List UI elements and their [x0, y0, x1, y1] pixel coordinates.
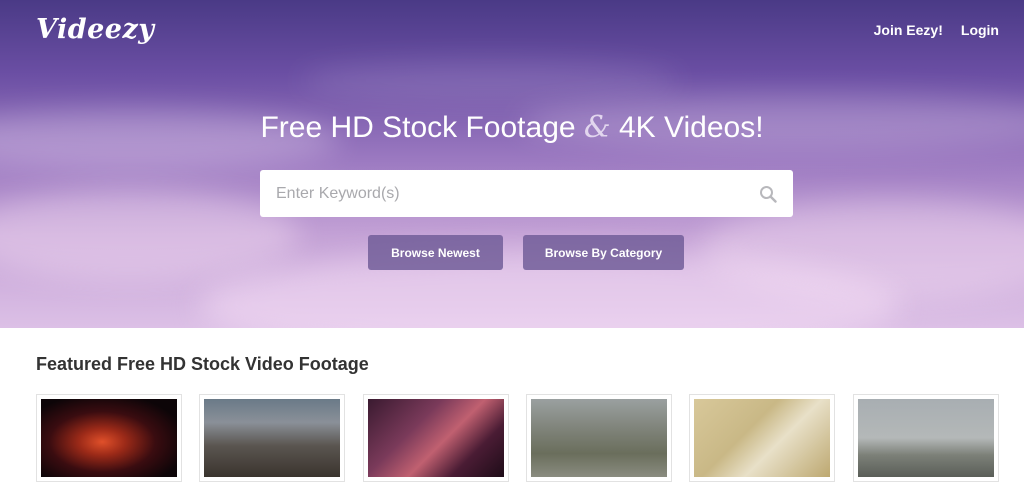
browse-newest-button[interactable]: Browse Newest: [368, 235, 503, 270]
park-bench-thumbnail: [531, 399, 667, 477]
search-icon[interactable]: [759, 185, 777, 203]
hero-title-part2: 4K Videos!: [618, 111, 764, 144]
hero-banner: Videezy Join Eezy! Login Free HD Stock F…: [0, 0, 1024, 328]
video-thumbnail[interactable]: [199, 394, 345, 482]
times-square-thumbnail: [204, 399, 340, 477]
video-thumbnail[interactable]: [36, 394, 182, 482]
top-nav: Join Eezy! Login: [874, 22, 999, 38]
cloud-decoration: [0, 190, 300, 280]
reflective-tiles-thumbnail: [368, 399, 504, 477]
tea-and-cookies-thumbnail: [694, 399, 830, 477]
search-input[interactable]: [260, 170, 730, 217]
abstract-particles-thumbnail: [41, 399, 177, 477]
join-link[interactable]: Join Eezy!: [874, 22, 943, 38]
statue-of-liberty-thumbnail: [858, 399, 994, 477]
videezy-logo[interactable]: Videezy: [36, 14, 155, 45]
cloud-decoration: [300, 60, 680, 100]
browse-category-button[interactable]: Browse By Category: [523, 235, 684, 270]
login-link[interactable]: Login: [961, 22, 999, 38]
search-bar: [260, 170, 793, 217]
video-thumbnail[interactable]: [363, 394, 509, 482]
hero-title: Free HD Stock Footage & 4K Videos!: [0, 110, 1024, 145]
video-thumbnail[interactable]: [853, 394, 999, 482]
video-thumbnail[interactable]: [526, 394, 672, 482]
video-thumbnail[interactable]: [689, 394, 835, 482]
hero-title-ampersand: &: [583, 110, 611, 145]
featured-section-title: Featured Free HD Stock Video Footage: [36, 354, 369, 374]
hero-title-part1: Free HD Stock Footage: [260, 111, 576, 144]
